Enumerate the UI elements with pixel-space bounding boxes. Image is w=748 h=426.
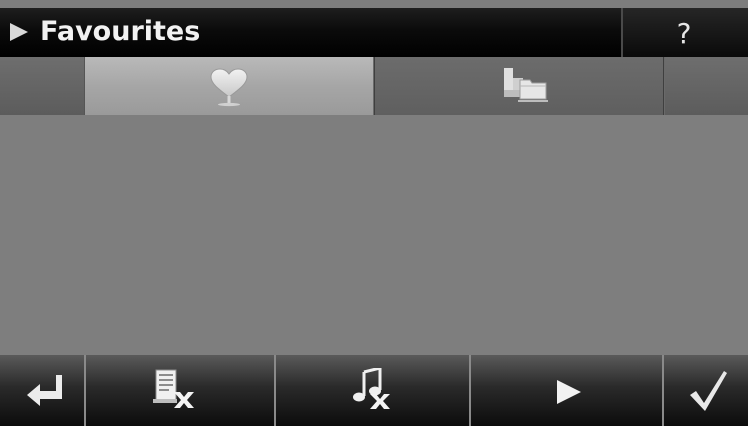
delete-music-icon [353, 368, 390, 409]
folder-icon [504, 68, 548, 102]
play-button[interactable] [471, 355, 664, 426]
heart-icon [210, 68, 248, 107]
back-button[interactable] [0, 355, 86, 426]
delete-list-icon [153, 369, 194, 408]
tab-bar-left-spacer [0, 57, 85, 115]
delete-entry-button[interactable] [86, 355, 276, 426]
back-arrow-icon [27, 375, 62, 406]
bottom-toolbar [0, 355, 748, 426]
tab-bar [0, 57, 748, 115]
play-icon [557, 380, 581, 404]
favourites-screen: Favourites ? [0, 0, 748, 426]
help-button[interactable]: ? [623, 8, 748, 57]
title-bar: Favourites ? [0, 8, 748, 57]
tab-favourites[interactable] [85, 57, 373, 115]
delete-music-button[interactable] [276, 355, 471, 426]
tab-folders[interactable] [374, 57, 664, 115]
confirm-button[interactable] [664, 355, 748, 426]
checkmark-icon [690, 371, 727, 411]
favourites-list[interactable] [0, 115, 748, 355]
page-title: Favourites [40, 16, 201, 47]
tab-bar-right-spacer [665, 57, 748, 115]
title-arrow-icon [10, 23, 28, 41]
help-label: ? [676, 17, 692, 50]
